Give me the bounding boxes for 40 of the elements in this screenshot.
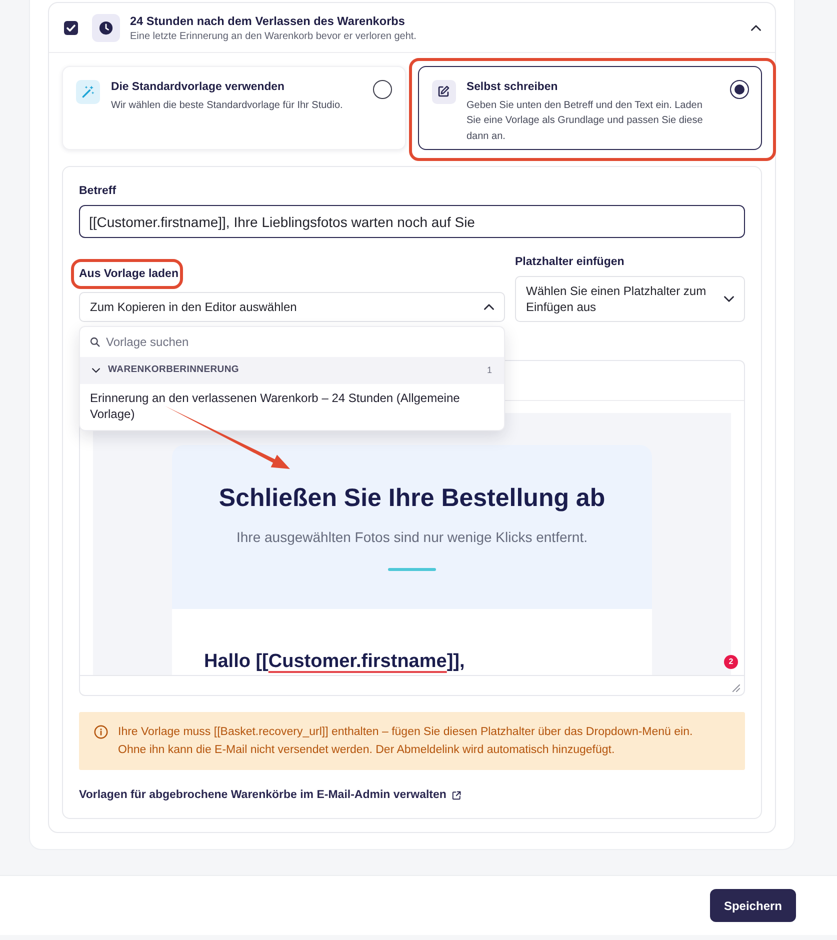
- search-field[interactable]: Vorlage suchen: [106, 333, 494, 351]
- pencil-icon: [432, 80, 456, 104]
- chevron-up-icon[interactable]: [484, 304, 494, 310]
- subject-label: Betreff: [79, 184, 116, 198]
- magic-wand-icon: [76, 80, 100, 104]
- checkbox[interactable]: [64, 20, 78, 34]
- group-count: 1: [486, 364, 492, 377]
- accent-line: [388, 568, 436, 571]
- option-card[interactable]: Die Standardvorlage verwenden Wir wählen die beste Standardvorlage für Ihr Studio.: [62, 66, 406, 150]
- template-option[interactable]: Erinnerung an den verlassenen Warenkorb – 24 Stunden (Allgemeine Vorlage): [80, 384, 504, 430]
- search-icon: [90, 337, 100, 347]
- save-button[interactable]: Speichern: [710, 889, 796, 922]
- section-subtitle: Eine letzte Erinnerung an den Warenkorb bevor er verloren geht.: [130, 30, 416, 42]
- subject-field[interactable]: [[Customer.firstname]], Ihre Lieblingsfotos warten noch auf Sie: [79, 205, 745, 238]
- clock-icon: [92, 14, 120, 42]
- chevron-down-icon[interactable]: [724, 296, 734, 302]
- option-card[interactable]: Selbst schreiben Geben Sie unten den Betreff und den Text ein. Laden Sie eine Vorlage als Grundlage und passen Sie diese dann an.: [418, 66, 762, 150]
- group-name: WARENKORBERINNERUNG: [108, 363, 239, 378]
- radio-button[interactable]: [730, 80, 748, 98]
- resize-handle-icon[interactable]: [732, 684, 740, 692]
- template-label: Aus Vorlage laden: [79, 267, 178, 281]
- admin-link[interactable]: Vorlagen für abgebrochene Warenkörbe im E-Mail-Admin verwalten: [79, 788, 462, 802]
- alert-text: Ihre Vorlage muss [[Basket.recovery_url]] enthalten – fügen Sie diesen Platzhalter über das Dropdown-Menü ein. Ohne ihn kann die E-Mail nicht versendet werden. Der Abmeldelink wird automatisch hinzugefügt.: [118, 725, 694, 758]
- placeholder-select[interactable]: Wählen Sie einen Platzhalter zum Einfügen aus: [515, 276, 745, 322]
- template-select[interactable]: Zum Kopieren in den Editor auswählen: [79, 292, 505, 322]
- section-title: 24 Stunden nach dem Verlassen des Warenkorbs: [130, 12, 406, 28]
- email-subheading: Ihre ausgewählten Fotos sind nur wenige Klicks entfernt.: [236, 529, 588, 546]
- option-description: Geben Sie unten den Betreff und den Text ein. Laden Sie eine Vorlage als Grundlage und passen Sie diese dann an.: [466, 98, 704, 144]
- email-greeting: Hallo [[Customer.firstname]],: [204, 651, 466, 673]
- issue-count-badge: 2: [724, 655, 738, 669]
- chevron-down-icon[interactable]: [92, 368, 100, 373]
- placeholder-label: Platzhalter einfügen: [515, 255, 624, 269]
- group-header[interactable]: WARENKORBERINNERUNG 1: [80, 357, 504, 384]
- info-icon: [94, 725, 108, 739]
- radio-button[interactable]: [373, 80, 392, 99]
- chevron-up-icon[interactable]: [751, 24, 761, 30]
- option-title: Selbst schreiben: [466, 80, 559, 94]
- email-heading: Schließen Sie Ihre Bestellung ab: [218, 483, 606, 513]
- option-title: Die Standardvorlage verwenden: [111, 80, 286, 95]
- option-description: Wir wählen die beste Standardvorlage für Ihr Studio.: [111, 99, 344, 113]
